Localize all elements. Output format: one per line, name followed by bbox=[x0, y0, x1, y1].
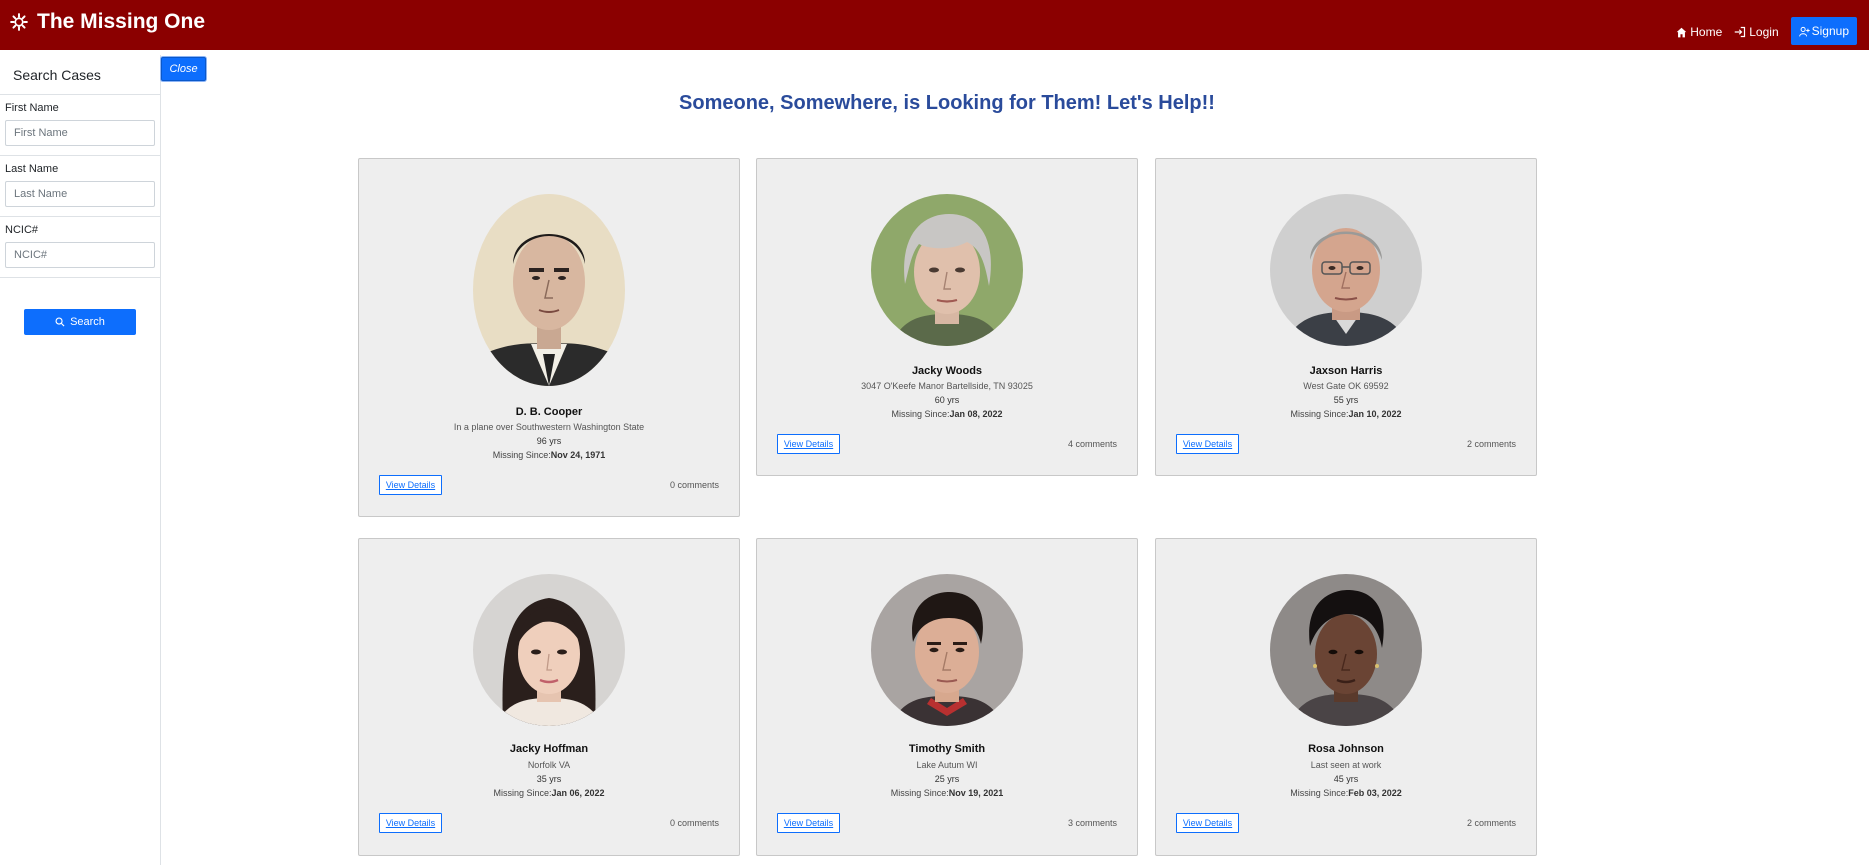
comment-count[interactable]: 4 comments bbox=[1068, 439, 1117, 449]
first-name-group: First Name bbox=[0, 95, 160, 156]
view-details-button[interactable]: View Details bbox=[379, 813, 442, 833]
view-details-button[interactable]: View Details bbox=[777, 434, 840, 454]
ncic-label: NCIC# bbox=[5, 224, 39, 236]
case-location: West Gate OK 69592 bbox=[1303, 381, 1389, 391]
case-age: 25 yrs bbox=[934, 774, 960, 784]
case-photo bbox=[871, 574, 1023, 726]
nav-links: Home Login Signup bbox=[1676, 17, 1857, 45]
case-name: D. B. Cooper bbox=[515, 406, 583, 418]
gear-icon bbox=[10, 13, 28, 31]
login-icon bbox=[1735, 26, 1746, 38]
case-location: Last seen at work bbox=[1310, 760, 1382, 770]
case-photo bbox=[1270, 194, 1422, 346]
case-name: Timothy Smith bbox=[908, 743, 986, 755]
case-name: Rosa Johnson bbox=[1308, 743, 1384, 755]
case-photo bbox=[871, 194, 1023, 346]
case-missing-since: Missing Since:Jan 06, 2022 bbox=[359, 788, 739, 798]
case-card: Jacky Hoffman Norfolk VA 35 yrs Missing … bbox=[358, 538, 740, 856]
comment-count[interactable]: 3 comments bbox=[1068, 818, 1117, 828]
case-card: D. B. Cooper In a plane over Southwester… bbox=[358, 158, 740, 517]
case-age: 45 yrs bbox=[1333, 774, 1359, 784]
nav-home-link[interactable]: Home bbox=[1676, 25, 1722, 39]
missing-since-date: Jan 08, 2022 bbox=[949, 409, 1003, 419]
signup-button[interactable]: Signup bbox=[1790, 17, 1857, 45]
case-card: Jacky Woods 3047 O'Keefe Manor Bartellsi… bbox=[756, 158, 1138, 476]
missing-since-label: Missing Since: bbox=[891, 409, 950, 419]
close-sidebar-button[interactable]: Close bbox=[161, 57, 206, 81]
navbar: The Missing One Home Login Signup bbox=[0, 0, 1869, 50]
comment-count[interactable]: 2 comments bbox=[1467, 439, 1516, 449]
case-location: In a plane over Southwestern Washington … bbox=[453, 422, 645, 432]
app-title: The Missing One bbox=[37, 10, 206, 33]
comment-count[interactable]: 2 comments bbox=[1467, 818, 1516, 828]
nav-home-label: Home bbox=[1690, 25, 1723, 39]
page-headline: Someone, Somewhere, is Looking for Them!… bbox=[679, 92, 1215, 114]
case-age: 55 yrs bbox=[1333, 395, 1359, 405]
case-missing-since: Missing Since:Feb 03, 2022 bbox=[1156, 788, 1536, 798]
case-age: 96 yrs bbox=[536, 436, 562, 446]
case-age: 60 yrs bbox=[934, 395, 960, 405]
comment-count[interactable]: 0 comments bbox=[670, 480, 719, 490]
missing-since-label: Missing Since: bbox=[1290, 788, 1349, 798]
case-photo bbox=[473, 574, 625, 726]
missing-since-date: Feb 03, 2022 bbox=[1348, 788, 1402, 798]
case-photo bbox=[473, 194, 625, 386]
nav-login-link[interactable]: Login bbox=[1734, 25, 1779, 39]
user-plus-icon bbox=[1798, 26, 1810, 36]
search-icon bbox=[55, 317, 65, 327]
case-missing-since: Missing Since:Jan 10, 2022 bbox=[1156, 409, 1536, 419]
search-button[interactable]: Search bbox=[24, 309, 136, 335]
case-location: 3047 O'Keefe Manor Bartellside, TN 93025 bbox=[861, 381, 1033, 391]
comment-count[interactable]: 0 comments bbox=[670, 818, 719, 828]
case-name: Jaxson Harris bbox=[1309, 365, 1383, 377]
first-name-input[interactable] bbox=[5, 120, 155, 146]
missing-since-label: Missing Since: bbox=[492, 450, 551, 460]
case-location: Norfolk VA bbox=[527, 760, 571, 770]
case-card: Timothy Smith Lake Autum WI 25 yrs Missi… bbox=[756, 538, 1138, 856]
brand[interactable]: The Missing One bbox=[10, 10, 205, 34]
search-sidebar: Search Cases First Name Last Name NCIC# bbox=[0, 55, 161, 865]
view-details-button[interactable]: View Details bbox=[777, 813, 840, 833]
case-photo bbox=[1270, 574, 1422, 726]
case-name: Jacky Hoffman bbox=[509, 743, 589, 755]
search-button-label: Search bbox=[70, 316, 105, 328]
missing-since-date: Jan 06, 2022 bbox=[551, 788, 605, 798]
missing-since-label: Missing Since: bbox=[493, 788, 552, 798]
missing-since-date: Nov 19, 2021 bbox=[948, 788, 1004, 798]
nav-login-label: Login bbox=[1749, 25, 1779, 39]
ncic-group: NCIC# bbox=[0, 217, 160, 278]
last-name-label: Last Name bbox=[5, 163, 59, 175]
last-name-group: Last Name bbox=[0, 156, 160, 217]
case-card: Jaxson Harris West Gate OK 69592 55 yrs … bbox=[1155, 158, 1537, 476]
view-details-button[interactable]: View Details bbox=[379, 475, 442, 495]
last-name-input[interactable] bbox=[5, 181, 155, 207]
case-missing-since: Missing Since:Jan 08, 2022 bbox=[757, 409, 1137, 419]
view-details-button[interactable]: View Details bbox=[1176, 434, 1239, 454]
missing-since-label: Missing Since: bbox=[1290, 409, 1349, 419]
view-details-button[interactable]: View Details bbox=[1176, 813, 1239, 833]
missing-since-date: Nov 24, 1971 bbox=[550, 450, 606, 460]
signup-label: Signup bbox=[1811, 24, 1849, 38]
case-card: Rosa Johnson Last seen at work 45 yrs Mi… bbox=[1155, 538, 1537, 856]
missing-since-date: Jan 10, 2022 bbox=[1348, 409, 1402, 419]
missing-since-label: Missing Since: bbox=[890, 788, 949, 798]
home-icon bbox=[1676, 27, 1687, 37]
ncic-input[interactable] bbox=[5, 242, 155, 268]
case-missing-since: Missing Since:Nov 24, 1971 bbox=[359, 450, 739, 460]
case-missing-since: Missing Since:Nov 19, 2021 bbox=[757, 788, 1137, 798]
case-name: Jacky Woods bbox=[911, 365, 983, 377]
first-name-label: First Name bbox=[5, 102, 59, 114]
case-age: 35 yrs bbox=[536, 774, 562, 784]
case-location: Lake Autum WI bbox=[916, 760, 978, 770]
sidebar-title: Search Cases bbox=[0, 55, 160, 95]
